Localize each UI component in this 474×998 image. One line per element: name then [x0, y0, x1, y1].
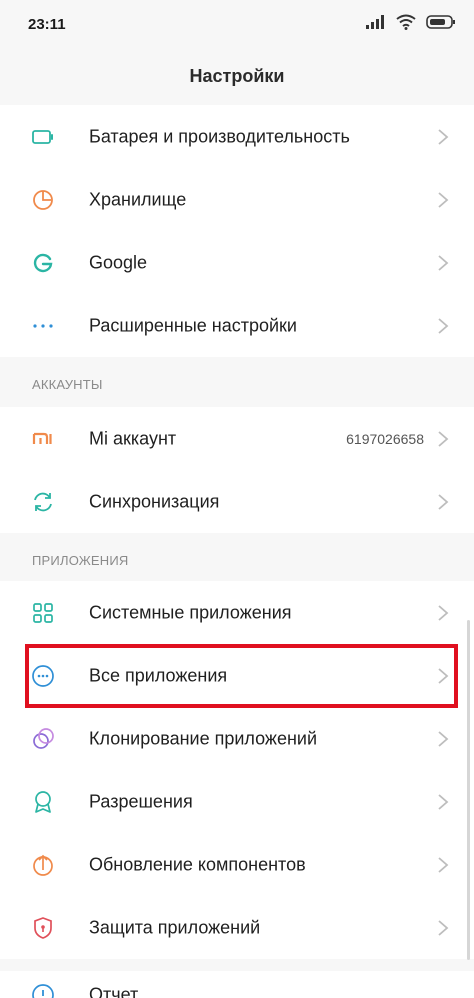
settings-item-label: Хранилище — [89, 189, 187, 209]
clone-icon — [30, 726, 56, 752]
chevron-right-icon — [438, 430, 449, 447]
settings-item-report[interactable]: Отчет — [0, 971, 474, 998]
mi-icon — [30, 426, 56, 452]
update-icon — [30, 852, 56, 878]
chevron-right-icon — [438, 856, 449, 873]
title-bar: Настройки — [0, 52, 474, 104]
wifi-icon — [396, 14, 416, 30]
google-icon — [30, 250, 56, 276]
award-icon — [30, 789, 56, 815]
chevron-right-icon — [438, 604, 449, 621]
settings-item-permissions[interactable]: Разрешения — [0, 770, 474, 833]
status-bar: 23:11 — [0, 0, 474, 52]
chevron-right-icon — [438, 793, 449, 810]
settings-item-app-cloning[interactable]: Клонирование приложений — [0, 707, 474, 770]
account-id-value: 6197026658 — [346, 430, 424, 447]
chevron-right-icon — [438, 191, 449, 208]
settings-group-accounts: Mi аккаунт 6197026658 Синхронизация — [0, 407, 474, 533]
section-title: АККАУНТЫ — [32, 377, 103, 392]
sync-icon — [30, 489, 56, 515]
settings-group-apps: Системные приложения Все приложения Клон… — [0, 581, 474, 959]
chevron-right-icon — [438, 254, 449, 271]
grid-icon — [30, 600, 56, 626]
settings-item-sync[interactable]: Синхронизация — [0, 470, 474, 533]
settings-item-component-updates[interactable]: Обновление компонентов — [0, 833, 474, 896]
settings-item-label: Mi аккаунт — [89, 428, 177, 448]
section-divider — [0, 959, 474, 971]
settings-item-label: Отчет — [89, 984, 139, 998]
highlight-box — [25, 644, 458, 708]
chevron-right-icon — [438, 730, 449, 747]
settings-item-label: Обновление компонентов — [89, 854, 306, 874]
section-header-accounts: АККАУНТЫ — [0, 357, 474, 407]
chevron-right-icon — [438, 493, 449, 510]
settings-item-label: Системные приложения — [89, 602, 292, 622]
settings-item-advanced[interactable]: Расширенные настройки — [0, 294, 474, 357]
shield-icon — [30, 915, 56, 941]
settings-item-system-apps[interactable]: Системные приложения — [0, 581, 474, 644]
scrollbar[interactable] — [467, 620, 470, 960]
status-time: 23:11 — [28, 16, 66, 33]
settings-group-report: Отчет — [0, 971, 474, 998]
settings-item-label: Расширенные настройки — [89, 315, 297, 335]
storage-pie-icon — [30, 187, 56, 213]
chevron-right-icon — [438, 919, 449, 936]
settings-item-google[interactable]: Google — [0, 231, 474, 294]
chevron-right-icon — [438, 128, 449, 145]
section-header-apps: ПРИЛОЖЕНИЯ — [0, 533, 474, 583]
settings-item-storage[interactable]: Хранилище — [0, 168, 474, 231]
page-title: Настройки — [189, 66, 285, 86]
status-icons — [366, 14, 456, 30]
battery-icon — [30, 124, 56, 150]
signal-icon — [366, 15, 384, 29]
more-dots-icon — [30, 313, 56, 339]
settings-item-battery[interactable]: Батарея и производительность — [0, 105, 474, 168]
settings-item-label: Разрешения — [89, 791, 193, 811]
settings-item-label: Клонирование приложений — [89, 728, 318, 748]
report-icon — [30, 982, 56, 998]
settings-item-label: Синхронизация — [89, 491, 220, 511]
settings-item-app-lock[interactable]: Защита приложений — [0, 896, 474, 959]
settings-item-label: Google — [89, 252, 148, 272]
section-title: ПРИЛОЖЕНИЯ — [32, 553, 129, 568]
chevron-right-icon — [438, 317, 449, 334]
settings-item-label: Защита приложений — [89, 917, 261, 937]
settings-item-label: Батарея и производительность — [89, 126, 350, 146]
settings-item-mi-account[interactable]: Mi аккаунт 6197026658 — [0, 407, 474, 470]
settings-group-general: Батарея и производительность Хранилище G… — [0, 105, 474, 357]
battery-icon — [426, 15, 455, 29]
